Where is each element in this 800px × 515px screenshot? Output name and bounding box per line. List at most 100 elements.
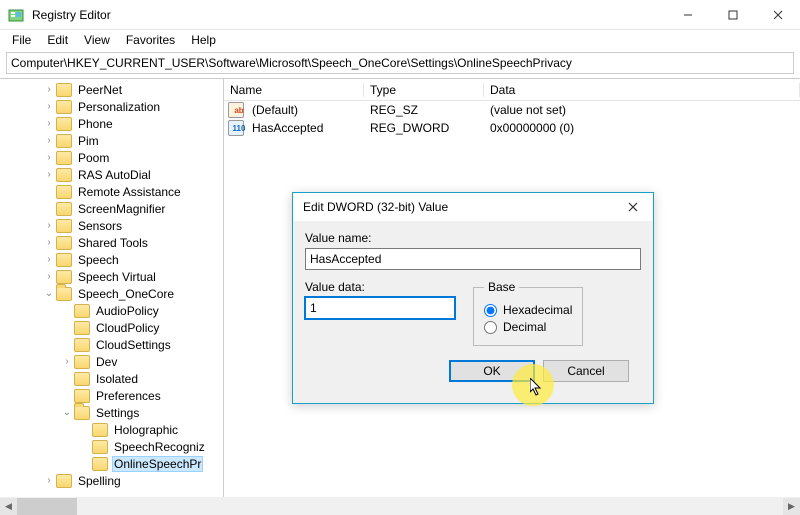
- chevron-right-icon[interactable]: ›: [42, 271, 56, 282]
- chevron-right-icon[interactable]: ›: [42, 84, 56, 95]
- folder-icon: [74, 406, 90, 420]
- tree-item-label: ScreenMagnifier: [76, 202, 167, 216]
- base-legend: Base: [484, 280, 519, 294]
- base-group: Base Hexadecimal Decimal: [473, 280, 583, 346]
- value-type: REG_SZ: [364, 103, 484, 117]
- tree-item[interactable]: ›Speech Virtual: [2, 268, 223, 285]
- tree-item[interactable]: ⌄ Speech_OneCore: [2, 285, 223, 302]
- tree-item-label: AudioPolicy: [94, 304, 161, 318]
- col-header-type[interactable]: Type: [364, 83, 484, 97]
- tree-item[interactable]: › Personalization: [2, 98, 223, 115]
- tree-item[interactable]: ›Spelling: [2, 472, 223, 489]
- tree-item[interactable]: ›Pim: [2, 132, 223, 149]
- ok-button[interactable]: OK: [449, 360, 535, 382]
- value-type: REG_DWORD: [364, 121, 484, 135]
- folder-icon: [74, 304, 90, 318]
- tree-item-label: Shared Tools: [76, 236, 150, 250]
- close-button[interactable]: [755, 0, 800, 30]
- chevron-right-icon[interactable]: ›: [42, 135, 56, 146]
- menu-favorites[interactable]: Favorites: [120, 31, 181, 49]
- tree-item[interactable]: SpeechRecogniz: [2, 438, 223, 455]
- folder-icon: [74, 372, 90, 386]
- folder-icon: [74, 355, 90, 369]
- chevron-right-icon[interactable]: ›: [42, 118, 56, 129]
- tree-item[interactable]: Holographic: [2, 421, 223, 438]
- col-header-name[interactable]: Name: [224, 83, 364, 97]
- tree-view[interactable]: ›PeerNet›Personalization›Phone›Pim›Poom›…: [0, 79, 224, 497]
- minimize-button[interactable]: [665, 0, 710, 30]
- tree-item[interactable]: ›Phone: [2, 115, 223, 132]
- scroll-left-button[interactable]: ◀: [0, 498, 17, 515]
- scroll-right-button[interactable]: ▶: [783, 498, 800, 515]
- tree-item[interactable]: OnlineSpeechPr: [2, 455, 223, 472]
- tree-item[interactable]: › Speech: [2, 251, 223, 268]
- scroll-track[interactable]: [17, 498, 783, 515]
- tree-item[interactable]: ›Poom: [2, 149, 223, 166]
- tree-item-label: Holographic: [112, 423, 180, 437]
- chevron-down-icon[interactable]: ⌄: [60, 407, 74, 418]
- value-data-label: Value data:: [305, 280, 455, 294]
- menu-edit[interactable]: Edit: [41, 31, 74, 49]
- tree-item-label: Personalization: [76, 100, 162, 114]
- chevron-down-icon[interactable]: ⌄: [42, 288, 56, 299]
- folder-icon: [56, 134, 72, 148]
- menu-file[interactable]: File: [6, 31, 37, 49]
- tree-item[interactable]: ›RAS AutoDial: [2, 166, 223, 183]
- tree-item-label: Speech: [76, 253, 121, 267]
- tree-item[interactable]: Preferences: [2, 387, 223, 404]
- address-bar[interactable]: Computer\HKEY_CURRENT_USER\Software\Micr…: [6, 52, 794, 74]
- chevron-right-icon[interactable]: ›: [42, 101, 56, 112]
- col-header-data[interactable]: Data: [484, 83, 800, 97]
- tree-item[interactable]: › PeerNet: [2, 81, 223, 98]
- menu-view[interactable]: View: [78, 31, 116, 49]
- chevron-right-icon[interactable]: ›: [42, 152, 56, 163]
- folder-icon: [56, 83, 72, 97]
- tree-item[interactable]: CloudPolicy: [2, 319, 223, 336]
- radio-hexadecimal[interactable]: [484, 304, 497, 317]
- cancel-button[interactable]: Cancel: [543, 360, 629, 382]
- folder-icon: [56, 287, 72, 301]
- tree-item[interactable]: › Shared Tools: [2, 234, 223, 251]
- folder-icon: [56, 117, 72, 131]
- maximize-button[interactable]: [710, 0, 755, 30]
- value-row[interactable]: ab(Default)REG_SZ(value not set): [224, 101, 800, 119]
- tree-item-label: Dev: [94, 355, 119, 369]
- folder-icon: [56, 168, 72, 182]
- value-data-input[interactable]: [305, 297, 455, 319]
- dialog-close-button[interactable]: [619, 196, 647, 218]
- chevron-right-icon[interactable]: ›: [42, 169, 56, 180]
- radio-decimal[interactable]: [484, 321, 497, 334]
- tree-item-label: Isolated: [94, 372, 140, 386]
- tree-item[interactable]: › Dev: [2, 353, 223, 370]
- chevron-right-icon[interactable]: ›: [42, 475, 56, 486]
- tree-item[interactable]: ⌄Settings: [2, 404, 223, 421]
- chevron-right-icon[interactable]: ›: [60, 356, 74, 367]
- folder-icon: [56, 219, 72, 233]
- folder-icon: [56, 202, 72, 216]
- tree-item[interactable]: CloudSettings: [2, 336, 223, 353]
- chevron-right-icon[interactable]: ›: [42, 237, 56, 248]
- folder-icon: [74, 389, 90, 403]
- tree-item[interactable]: ScreenMagnifier: [2, 200, 223, 217]
- tree-item[interactable]: Remote Assistance: [2, 183, 223, 200]
- tree-item-label: PeerNet: [76, 83, 124, 97]
- scroll-thumb[interactable]: [17, 498, 77, 515]
- tree-item[interactable]: AudioPolicy: [2, 302, 223, 319]
- tree-item[interactable]: ›Sensors: [2, 217, 223, 234]
- folder-icon: [92, 457, 108, 471]
- chevron-right-icon[interactable]: ›: [42, 254, 56, 265]
- app-icon: [8, 7, 24, 23]
- chevron-right-icon[interactable]: ›: [42, 220, 56, 231]
- menu-help[interactable]: Help: [185, 31, 222, 49]
- folder-icon: [56, 236, 72, 250]
- dialog-title: Edit DWORD (32-bit) Value: [303, 200, 448, 214]
- folder-icon: [56, 474, 72, 488]
- dialog-titlebar[interactable]: Edit DWORD (32-bit) Value: [293, 193, 653, 221]
- tree-item[interactable]: Isolated: [2, 370, 223, 387]
- value-name-input[interactable]: [305, 248, 641, 270]
- tree-item-label: CloudSettings: [94, 338, 173, 352]
- tree-item-label: Speech_OneCore: [76, 287, 176, 301]
- value-data: 0x00000000 (0): [484, 121, 800, 135]
- value-row[interactable]: 110HasAcceptedREG_DWORD0x00000000 (0): [224, 119, 800, 137]
- horizontal-scrollbar[interactable]: ◀ ▶: [0, 497, 800, 515]
